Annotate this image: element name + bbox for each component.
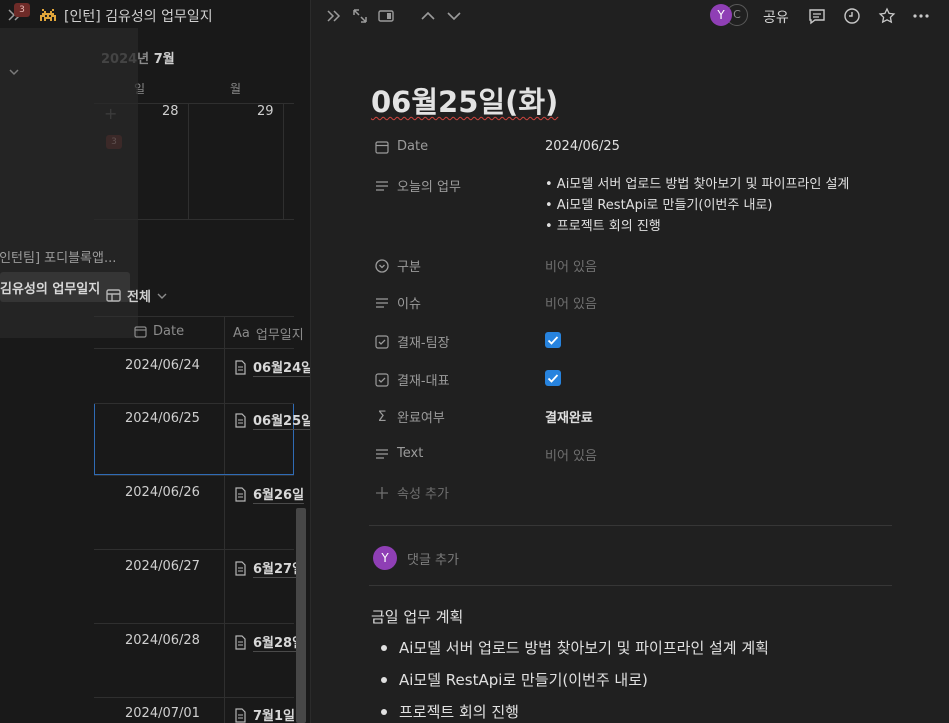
space-invader-icon [40,9,56,21]
check-icon [547,336,559,345]
table-row-title[interactable]: 06월24일 [234,357,310,377]
peek-topbar: C Y 공유 [311,0,949,32]
list-item: • Ai모델 서버 업로드 방법 찾아보기 및 파이프라인 설계 [545,177,850,192]
chevron-down-icon[interactable] [8,66,20,78]
page-icon [235,560,246,576]
select-icon [375,258,389,273]
plus-icon [376,486,388,499]
avatar[interactable]: Y [710,4,732,26]
body-heading[interactable]: 금일 업무 계획 [371,606,463,627]
divider [369,585,892,586]
checkbox-property-icon [375,334,389,349]
table-row-title[interactable]: 06월25일 [234,410,310,430]
text-property-icon: Aa [233,326,250,341]
property-approve-ceo[interactable]: 결재-대표 [375,370,450,389]
comment-icon[interactable] [808,7,826,25]
column-header-title[interactable]: Aa 업무일지 [233,324,304,343]
calendar-divider [283,103,284,219]
page-icon [235,634,246,650]
page-icon [235,412,246,428]
page-icon [235,707,246,723]
checkbox-property-icon [375,372,389,387]
calendar-day-29[interactable]: 29 [257,104,274,119]
database-table: Date Aa 업무일지 2024/06/24 06월24일 2024/06/2… [94,316,310,723]
property-category[interactable]: 구분 [375,256,421,275]
database-background: 3 [인턴] 김유성의 업무일지 2024년 7월 일 월 + 3 28 29 … [0,0,310,723]
sidebar-item-intern-team[interactable]: [인턴팀] 포디블록앱... [0,247,116,266]
table-icon [106,289,121,302]
text-lines-icon [376,448,388,459]
property-done[interactable]: Σ 완료여부 [375,407,445,427]
text-lines-icon [376,297,388,308]
comment-input[interactable]: Y 댓글 추가 [373,546,459,570]
scrollbar-thumb[interactable] [296,508,306,723]
table-row[interactable]: 2024/06/24 [125,358,200,373]
page-icon [235,486,246,502]
share-button[interactable]: 공유 [763,7,789,27]
page-title[interactable]: 06월25일(화) [371,79,558,121]
side-peek-icon[interactable] [377,7,395,25]
check-icon [547,374,559,383]
column-header-date[interactable]: Date [134,324,184,339]
page-icon [235,359,246,375]
add-property-button[interactable]: 속성 추가 [375,483,449,502]
property-approve-lead[interactable]: 결재-팀장 [375,332,450,351]
list-item[interactable]: Ai모델 서버 업로드 방법 찾아보기 및 파이프라인 설계 계획 [379,636,769,668]
table-row[interactable]: 2024/07/01 [125,706,200,721]
table-row-title[interactable]: 7월1일 [234,705,295,723]
calendar-day-28[interactable]: 28 [162,104,179,119]
property-tasks[interactable]: 오늘의 업무 [375,176,461,195]
chevron-down-icon[interactable] [445,7,463,25]
property-text-value[interactable]: 비어 있음 [545,445,597,464]
chevron-up-icon[interactable] [419,7,437,25]
property-issue-value[interactable]: 비어 있음 [545,293,597,312]
list-item: • Ai모델 RestApi로 만들기(이번주 내로) [545,198,773,213]
approve-lead-checkbox[interactable] [545,332,561,348]
view-tab-all[interactable]: 전체 [106,286,167,305]
property-issue[interactable]: 이슈 [375,293,421,312]
table-row[interactable]: 2024/06/28 [125,633,200,648]
calendar-divider [188,103,189,219]
view-tab-label: 전체 [127,290,151,305]
table-row-title[interactable]: 6월27일 [234,558,305,578]
text-lines-icon [376,180,388,191]
list-item[interactable]: 프로젝트 회의 진행 [379,700,769,723]
property-done-value[interactable]: 결재완료 [545,407,593,426]
comment-placeholder: 댓글 추가 [407,552,459,568]
divider [369,525,892,526]
more-icon[interactable] [912,7,930,25]
expand-icon[interactable] [351,7,369,25]
table-row[interactable]: 2024/06/26 [125,485,200,500]
table-row-title[interactable]: 6월26일 [234,484,305,504]
table-row[interactable]: 2024/06/25 [125,411,200,426]
notification-badge: 3 [14,3,30,17]
list-item[interactable]: Ai모델 RestApi로 만들기(이번주 내로) [379,668,769,700]
property-date[interactable]: Date [375,139,428,154]
close-peek-icon[interactable] [325,7,343,25]
table-row[interactable]: 2024/06/27 [125,559,200,574]
chevron-down-icon [157,293,167,299]
weekday-mon: 월 [230,82,242,96]
body-bullet-list: Ai모델 서버 업로드 방법 찾아보기 및 파이프라인 설계 계획 Ai모델 R… [379,636,769,723]
star-icon[interactable] [878,7,896,25]
avatar: Y [373,546,397,570]
sigma-icon: Σ [377,408,387,425]
table-row-title[interactable]: 6월28일 [234,632,305,652]
property-category-value[interactable]: 비어 있음 [545,256,597,275]
property-tasks-value[interactable]: • Ai모델 서버 업로드 방법 찾아보기 및 파이프라인 설계 • Ai모델 … [545,174,849,237]
calendar-icon [134,326,147,338]
list-item: • 프로젝트 회의 진행 [545,219,661,234]
breadcrumb[interactable]: [인턴] 김유성의 업무일지 [64,6,213,26]
property-text[interactable]: Text [375,446,423,461]
left-topbar: 3 [인턴] 김유성의 업무일지 [0,0,310,30]
page-peek: C Y 공유 06월25일(화) Date 2024/06/25 오늘의 업무 … [310,0,949,723]
clock-icon[interactable] [843,7,861,25]
property-date-value[interactable]: 2024/06/25 [545,139,620,154]
approve-ceo-checkbox[interactable] [545,370,561,386]
calendar-icon [375,140,389,154]
